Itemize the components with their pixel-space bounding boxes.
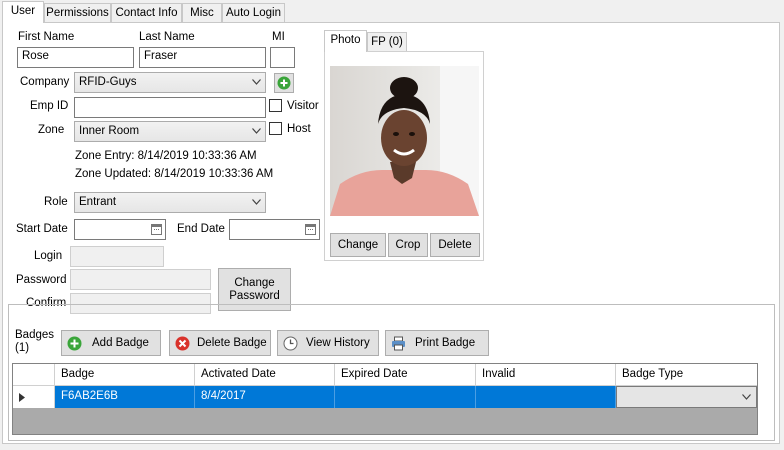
delete-badge-button[interactable]: Delete Badge bbox=[169, 330, 271, 356]
zone-entry-text: Zone Entry: 8/14/2019 10:33:36 AM bbox=[75, 150, 257, 162]
badges-title: Badges (1) bbox=[14, 329, 56, 355]
column-header-badge-type[interactable]: Badge Type bbox=[616, 364, 757, 386]
badge-type-cell[interactable] bbox=[616, 386, 757, 408]
tab-misc[interactable]: Misc bbox=[182, 3, 222, 22]
zone-select[interactable]: Inner Room bbox=[74, 121, 266, 142]
column-header-invalid[interactable]: Invalid bbox=[476, 364, 616, 386]
row-header[interactable] bbox=[13, 386, 55, 408]
crop-photo-button[interactable]: Crop bbox=[388, 233, 428, 257]
delete-photo-button[interactable]: Delete bbox=[430, 233, 480, 257]
tab-contact-info[interactable]: Contact Info bbox=[111, 3, 182, 22]
login-label: Login bbox=[34, 250, 63, 262]
first-name-field[interactable]: Rose bbox=[17, 47, 134, 68]
row-header-corner bbox=[13, 364, 55, 386]
zone-label: Zone bbox=[38, 124, 65, 136]
delete-badge-label: Delete Badge bbox=[197, 337, 267, 349]
view-history-label: View History bbox=[306, 337, 370, 349]
badges-grid: Badge Activated Date Expired Date Invali… bbox=[12, 363, 758, 435]
add-company-button[interactable] bbox=[274, 73, 294, 93]
expired-date-cell[interactable] bbox=[335, 386, 476, 408]
activated-date-cell[interactable]: 8/4/2017 bbox=[195, 386, 335, 408]
invalid-cell[interactable] bbox=[476, 386, 616, 408]
zone-updated-text: Zone Updated: 8/14/2019 10:33:36 AM bbox=[75, 168, 274, 180]
end-date-label: End Date bbox=[177, 223, 225, 235]
last-name-field[interactable]: Fraser bbox=[139, 47, 266, 68]
change-photo-button[interactable]: Change bbox=[330, 233, 386, 257]
calendar-icon[interactable] bbox=[151, 224, 162, 235]
role-label: Role bbox=[44, 196, 68, 208]
tab-user[interactable]: User bbox=[2, 1, 44, 23]
last-name-label: Last Name bbox=[139, 31, 195, 43]
login-field[interactable] bbox=[70, 246, 164, 267]
zone-value: Inner Room bbox=[79, 125, 140, 137]
calendar-icon[interactable] bbox=[305, 224, 316, 235]
chevron-down-icon bbox=[742, 394, 751, 400]
tab-permissions[interactable]: Permissions bbox=[44, 3, 111, 22]
start-date-picker[interactable] bbox=[74, 219, 166, 240]
visitor-label: Visitor bbox=[287, 100, 319, 112]
chevron-down-icon bbox=[252, 79, 261, 85]
start-date-label: Start Date bbox=[16, 223, 68, 235]
end-date-picker[interactable] bbox=[229, 219, 320, 240]
first-name-label: First Name bbox=[18, 31, 75, 43]
company-label: Company bbox=[20, 76, 70, 88]
print-badge-button[interactable]: Print Badge bbox=[385, 330, 489, 356]
column-header-expired-date[interactable]: Expired Date bbox=[335, 364, 476, 386]
printer-icon bbox=[392, 336, 405, 351]
company-value: RFID-Guys bbox=[79, 76, 137, 88]
view-history-button[interactable]: View History bbox=[277, 330, 379, 356]
emp-id-label: Emp ID bbox=[30, 100, 69, 112]
add-badge-label: Add Badge bbox=[92, 337, 149, 349]
tab-photo[interactable]: Photo bbox=[324, 30, 367, 52]
row-selector-arrow-icon bbox=[19, 393, 25, 402]
tab-auto-login[interactable]: Auto Login bbox=[222, 3, 285, 22]
mi-label: MI bbox=[272, 31, 285, 43]
plus-circle-icon bbox=[277, 76, 291, 90]
chevron-down-icon bbox=[252, 199, 261, 205]
password-field[interactable] bbox=[70, 269, 211, 290]
emp-id-field[interactable] bbox=[74, 97, 266, 118]
badge-cell[interactable]: F6AB2E6B bbox=[55, 386, 195, 408]
x-circle-icon bbox=[175, 336, 190, 351]
column-header-activated-date[interactable]: Activated Date bbox=[195, 364, 335, 386]
column-header-badge[interactable]: Badge bbox=[55, 364, 195, 386]
role-value: Entrant bbox=[79, 196, 117, 208]
chevron-down-icon bbox=[252, 128, 261, 134]
company-select[interactable]: RFID-Guys bbox=[74, 72, 266, 93]
clock-icon bbox=[283, 336, 298, 351]
role-select[interactable]: Entrant bbox=[74, 192, 266, 213]
user-photo bbox=[330, 66, 479, 216]
mi-field[interactable] bbox=[270, 47, 295, 68]
photo-panel: Change Crop Delete bbox=[324, 51, 484, 261]
tab-fp[interactable]: FP (0) bbox=[367, 32, 407, 52]
password-label: Password bbox=[16, 274, 67, 286]
host-label: Host bbox=[287, 123, 311, 135]
visitor-checkbox[interactable] bbox=[269, 99, 282, 112]
host-checkbox[interactable] bbox=[269, 122, 282, 135]
print-badge-label: Print Badge bbox=[415, 337, 476, 349]
add-badge-button[interactable]: Add Badge bbox=[61, 330, 161, 356]
plus-circle-icon bbox=[67, 336, 82, 351]
